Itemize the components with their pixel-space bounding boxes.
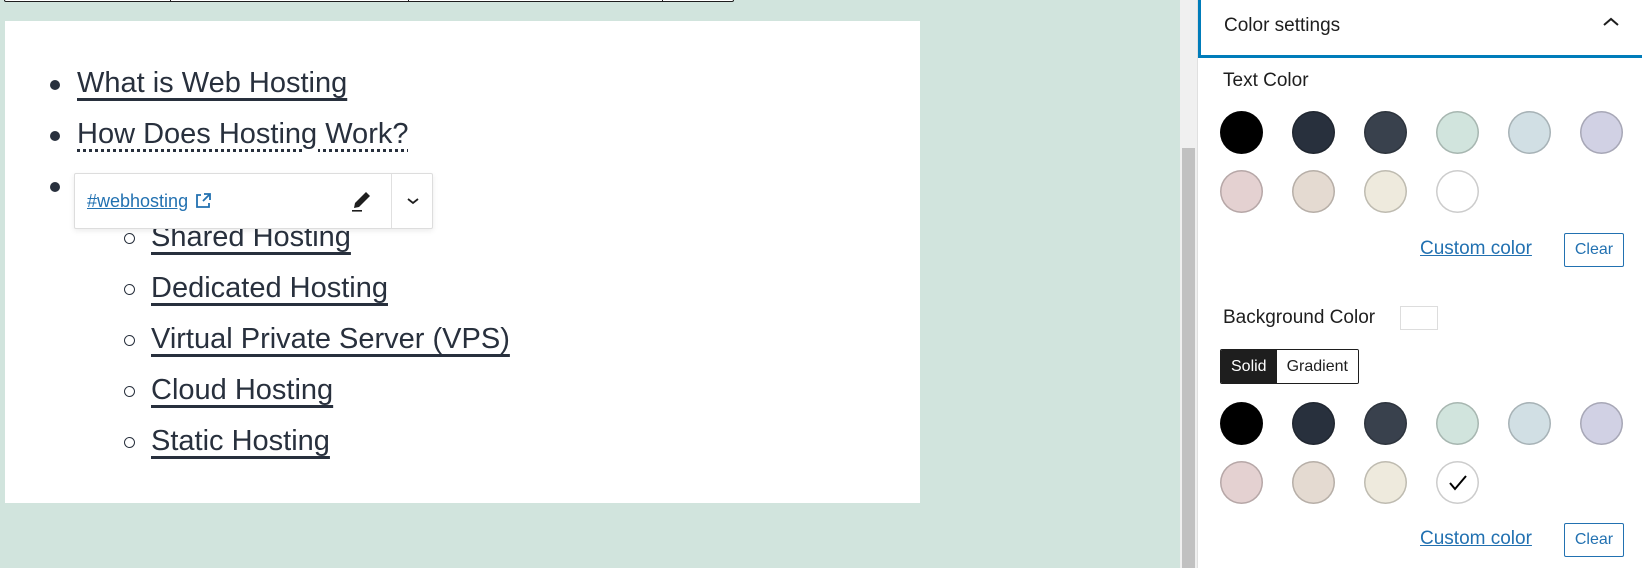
external-link-icon (196, 193, 211, 208)
background-color-label: Background Color (1223, 307, 1376, 328)
tab-solid[interactable]: Solid (1221, 350, 1277, 383)
circle-bullet-icon (124, 335, 135, 346)
list-item-link[interactable]: Static Hosting (151, 425, 330, 457)
circle-bullet-icon (124, 437, 135, 448)
link-popover: #webhosting (74, 173, 433, 229)
color-swatch[interactable] (1436, 170, 1479, 213)
list-item-link[interactable]: How Does Hosting Work? (77, 118, 408, 150)
sub-list-item[interactable]: Static Hosting (151, 421, 330, 461)
circle-bullet-icon (124, 233, 135, 244)
list-block[interactable]: What is Web Hosting How Does Hosting Wor… (5, 21, 920, 503)
toolbar-group[interactable] (5, 0, 171, 1)
color-swatch[interactable] (1436, 111, 1479, 154)
color-swatch[interactable] (1436, 402, 1479, 445)
list-item[interactable]: What is Web Hosting (77, 63, 347, 103)
block-toolbar[interactable] (4, 0, 734, 2)
color-swatch[interactable] (1220, 461, 1263, 504)
list-item[interactable]: How Does Hosting Work? (77, 114, 408, 154)
bullet-icon (50, 80, 60, 90)
chevron-down-icon (406, 198, 419, 205)
text-color-label: Text Color (1223, 70, 1309, 91)
background-color-indicator (1400, 306, 1438, 330)
color-swatch[interactable] (1508, 402, 1551, 445)
list-item-link[interactable]: What is Web Hosting (77, 67, 347, 99)
color-swatch[interactable] (1220, 402, 1263, 445)
color-swatch[interactable] (1220, 111, 1263, 154)
background-custom-color-link[interactable]: Custom color (1420, 528, 1532, 550)
color-swatch[interactable] (1580, 402, 1623, 445)
color-swatch[interactable] (1508, 111, 1551, 154)
text-clear-button[interactable]: Clear (1564, 233, 1624, 267)
chevron-up-icon (1603, 17, 1619, 26)
list-item-link[interactable]: Dedicated Hosting (151, 272, 388, 304)
list-item-link[interactable]: Cloud Hosting (151, 374, 333, 406)
bullet-icon (50, 182, 60, 192)
circle-bullet-icon (124, 386, 135, 397)
color-settings-toggle[interactable]: Color settings (1198, 0, 1642, 58)
sub-list-item[interactable]: Dedicated Hosting (151, 268, 388, 308)
toolbar-group[interactable] (171, 0, 409, 1)
color-swatch[interactable] (1364, 461, 1407, 504)
pencil-icon (352, 192, 370, 212)
color-swatch[interactable] (1220, 170, 1263, 213)
list-item-link[interactable]: Virtual Private Server (VPS) (151, 323, 510, 355)
color-swatch[interactable] (1292, 461, 1335, 504)
link-url[interactable]: #webhosting (87, 191, 212, 212)
color-swatch[interactable] (1364, 111, 1407, 154)
scrollbar[interactable] (1180, 0, 1197, 568)
toolbar-group[interactable] (409, 0, 664, 1)
link-options-button[interactable] (392, 174, 433, 228)
sub-list-item[interactable]: Cloud Hosting (151, 370, 333, 410)
scrollbar-thumb[interactable] (1182, 148, 1195, 568)
settings-sidebar: Color settings Text Color Custom color C… (1197, 0, 1642, 568)
sub-list-item[interactable]: Virtual Private Server (VPS) (151, 319, 510, 359)
panel-title: Color settings (1224, 14, 1341, 36)
color-swatch[interactable] (1292, 170, 1335, 213)
tab-gradient[interactable]: Gradient (1276, 350, 1358, 383)
circle-bullet-icon (124, 284, 135, 295)
color-swatch[interactable] (1292, 402, 1335, 445)
color-swatch[interactable] (1292, 111, 1335, 154)
toolbar-group[interactable] (663, 0, 733, 1)
bullet-icon (50, 131, 60, 141)
color-swatch[interactable] (1364, 402, 1407, 445)
edit-link-button[interactable] (331, 174, 391, 228)
check-icon (1448, 474, 1467, 491)
link-url-text: #webhosting (87, 190, 189, 211)
color-swatch[interactable] (1364, 170, 1407, 213)
background-clear-button[interactable]: Clear (1564, 523, 1624, 557)
text-custom-color-link[interactable]: Custom color (1420, 238, 1532, 260)
color-swatch[interactable] (1580, 111, 1623, 154)
background-type-toggle: Solid Gradient (1220, 349, 1359, 384)
color-swatch[interactable] (1436, 461, 1479, 504)
